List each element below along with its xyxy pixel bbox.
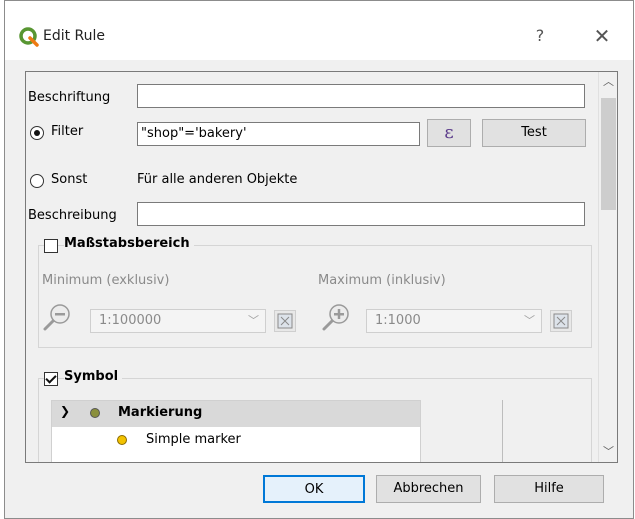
scroll-down-icon[interactable]: ﹀ bbox=[599, 442, 617, 462]
max-scale-value: 1:1000 bbox=[375, 313, 421, 328]
help-button[interactable]: Hilfe bbox=[494, 475, 604, 503]
else-label: Sonst bbox=[51, 172, 88, 187]
simple-marker-icon bbox=[117, 435, 127, 445]
scrollbar-thumb[interactable] bbox=[601, 98, 616, 210]
edit-rule-dialog: Edit Rule ? ✕ Beschriftung Filter "shop"… bbox=[4, 0, 634, 519]
title-help-button[interactable]: ? bbox=[525, 23, 555, 49]
min-scale-value: 1:100000 bbox=[99, 313, 162, 328]
divider bbox=[502, 400, 503, 462]
expression-builder-button[interactable]: ε bbox=[427, 119, 471, 147]
caption-input[interactable] bbox=[137, 84, 585, 108]
symbol-layer-tree[interactable]: ❯ Markierung Simple marker bbox=[51, 400, 421, 462]
max-scale-label: Maximum (inklusiv) bbox=[318, 273, 446, 288]
close-button[interactable]: ✕ bbox=[585, 23, 619, 49]
min-scale-combo[interactable]: 1:100000 ﹀ bbox=[90, 309, 266, 333]
title-bar: Edit Rule ? ✕ bbox=[5, 1, 633, 60]
scale-range-title: Maßstabsbereich bbox=[64, 236, 194, 251]
map-canvas-icon bbox=[277, 313, 293, 329]
scale-range-checkbox[interactable] bbox=[44, 239, 58, 253]
description-input[interactable] bbox=[137, 202, 585, 226]
max-scale-combo[interactable]: 1:1000 ﹀ bbox=[366, 309, 542, 333]
else-radio[interactable] bbox=[30, 174, 44, 188]
filter-label: Filter bbox=[51, 124, 84, 139]
vertical-scrollbar[interactable]: ︿ ﹀ bbox=[598, 72, 617, 462]
scroll-up-icon[interactable]: ︿ bbox=[599, 72, 617, 92]
ok-button[interactable]: OK bbox=[263, 475, 365, 503]
min-scale-label: Minimum (exklusiv) bbox=[42, 273, 170, 288]
else-description: Für alle anderen Objekte bbox=[137, 172, 298, 187]
zoom-out-icon bbox=[43, 304, 70, 331]
map-canvas-icon bbox=[553, 313, 569, 329]
rule-scroll-area[interactable]: Beschriftung Filter "shop"='bakery' ε Te… bbox=[25, 71, 618, 463]
qgis-logo-icon bbox=[19, 27, 39, 47]
zoom-in-icon bbox=[322, 304, 349, 331]
tree-item-label: Markierung bbox=[118, 405, 203, 420]
test-button[interactable]: Test bbox=[482, 119, 586, 147]
tree-row[interactable]: ❯ Markierung bbox=[52, 401, 420, 427]
max-scale-map-button[interactable] bbox=[550, 310, 572, 332]
min-scale-map-button[interactable] bbox=[274, 310, 296, 332]
chevron-down-icon[interactable]: ❯ bbox=[60, 404, 70, 418]
window-title: Edit Rule bbox=[43, 28, 106, 44]
chevron-down-icon: ﹀ bbox=[248, 314, 259, 327]
symbol-checkbox[interactable] bbox=[44, 372, 58, 386]
chevron-down-icon: ﹀ bbox=[524, 314, 535, 327]
epsilon-icon: ε bbox=[444, 122, 454, 143]
symbol-title: Symbol bbox=[64, 369, 123, 384]
filter-radio[interactable] bbox=[30, 126, 44, 140]
marker-symbol-icon bbox=[90, 408, 100, 418]
description-label: Beschreibung bbox=[28, 208, 117, 223]
filter-expression-input[interactable]: "shop"='bakery' bbox=[137, 122, 420, 146]
cancel-button[interactable]: Abbrechen bbox=[376, 475, 481, 503]
tree-row[interactable]: Simple marker bbox=[52, 428, 420, 452]
caption-label: Beschriftung bbox=[28, 90, 111, 105]
tree-item-label: Simple marker bbox=[146, 432, 241, 447]
